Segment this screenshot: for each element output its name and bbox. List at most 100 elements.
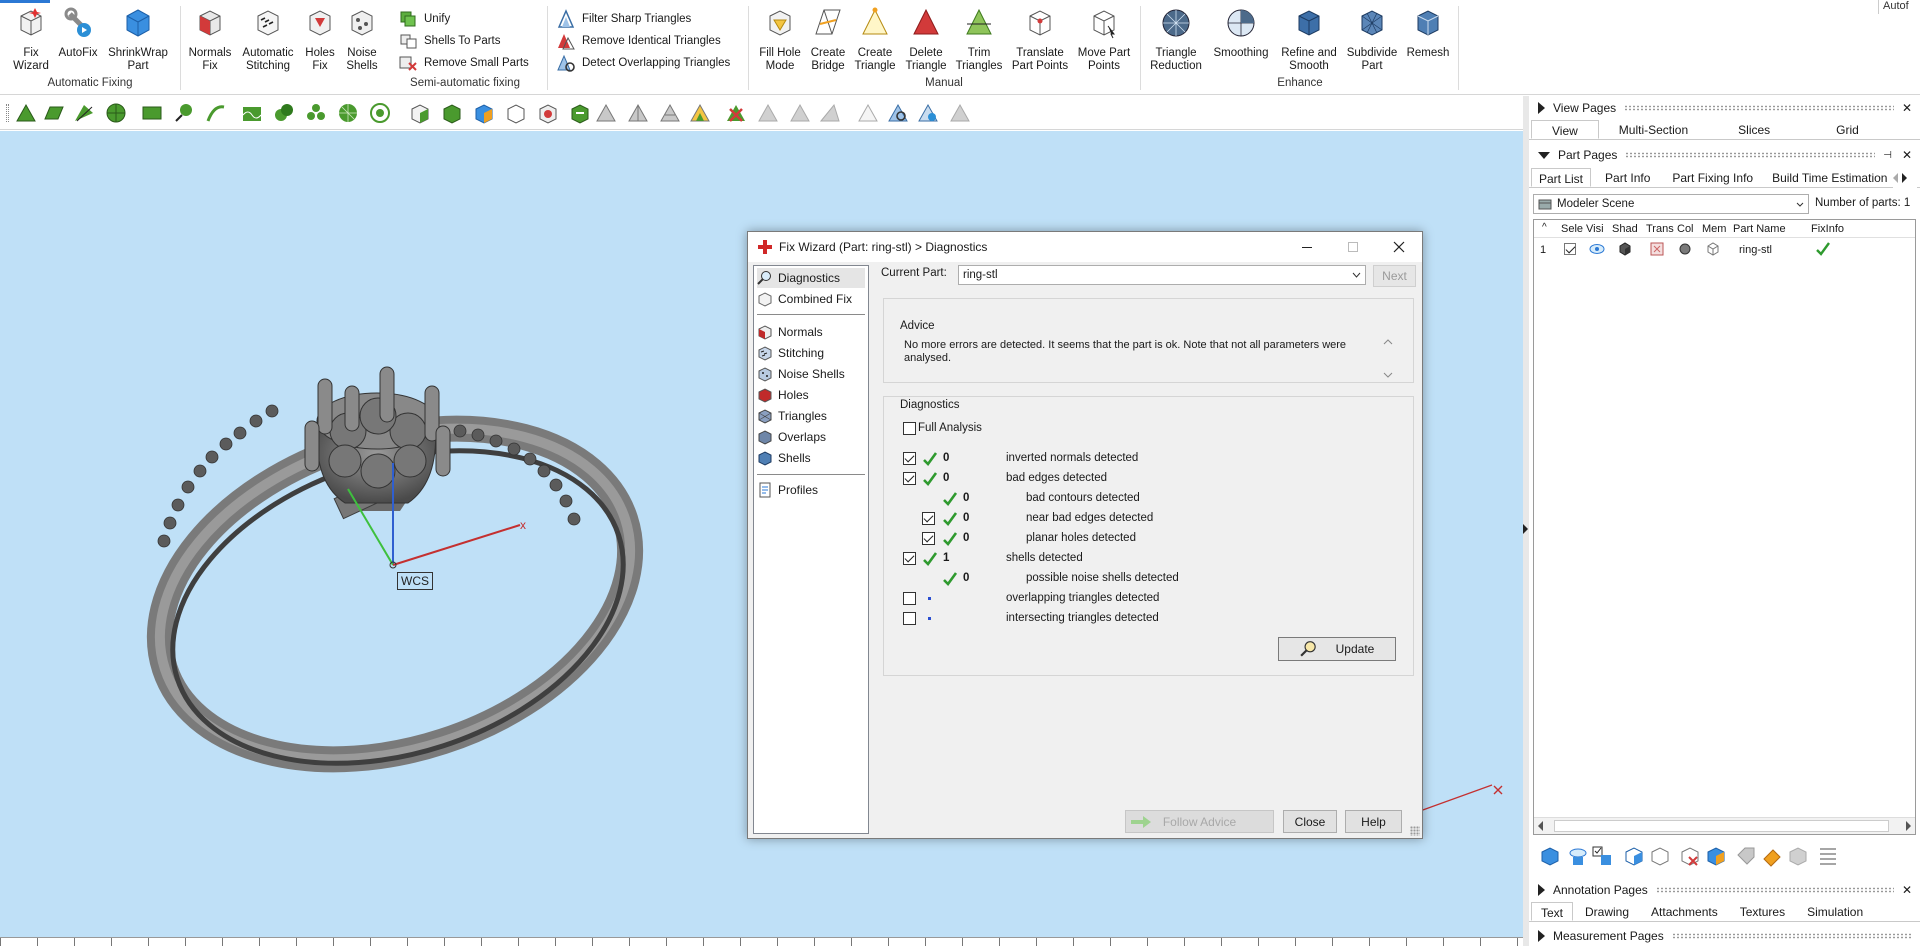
mark-sphere-icon[interactable] [336,101,360,125]
mark-colored-icon[interactable] [472,101,496,125]
mark-connected-icon[interactable] [272,101,296,125]
close-button[interactable]: Close [1283,810,1337,833]
nav-profiles[interactable]: Profiles [757,480,865,500]
subdivide-part-button[interactable]: Subdivide Part [1344,6,1400,73]
nav-overlaps[interactable]: Overlaps [757,427,865,447]
scroll-down-icon[interactable] [1383,371,1393,379]
follow-advice-button[interactable]: Follow Advice [1125,810,1274,833]
tab-part-info[interactable]: Part Info [1591,168,1664,187]
delete-triangle-button[interactable]: Delete Triangle [902,6,950,73]
col-col[interactable]: Col [1677,223,1694,235]
triangle-color-icon[interactable] [688,101,712,125]
tab-view[interactable]: View [1531,120,1599,139]
mark-part-icon[interactable] [408,101,432,125]
remesh-button[interactable]: Remesh [1404,6,1452,60]
shrinkwrap-button[interactable]: ShrinkWrap Part [104,6,172,73]
eye-icon[interactable] [1589,243,1605,255]
close-icon[interactable]: ✕ [1902,101,1912,115]
mark-wave-icon[interactable] [240,101,264,125]
triangle-search-icon[interactable] [886,101,910,125]
col-part-name[interactable]: Part Name [1733,223,1786,235]
table-row[interactable]: 1 ring-stl [1534,240,1915,260]
tab-text[interactable]: Text [1531,902,1574,921]
scene-select[interactable]: Modeler Scene [1533,194,1809,214]
nav-triangles[interactable]: Triangles [757,406,865,426]
mark-surface-icon[interactable] [72,101,96,125]
diagnostic-checkbox[interactable] [922,512,935,525]
color-swatch-icon[interactable] [1679,243,1691,255]
nav-normals[interactable]: Normals [757,322,865,342]
col-shad[interactable]: Shad [1612,223,1638,235]
unify-button[interactable]: Unify [398,9,450,29]
tab-grid[interactable]: Grid [1800,120,1895,139]
nav-noise-shells[interactable]: Noise Shells [757,364,865,384]
invert-marking-icon[interactable] [568,101,592,125]
remove-identical-triangles-button[interactable]: Remove Identical Triangles [556,31,721,51]
scroll-right-icon[interactable] [1902,173,1907,183]
mark-rectangle-icon[interactable] [140,101,164,125]
tab-multi-section[interactable]: Multi-Section [1599,120,1708,139]
add-parts-icon[interactable] [1539,845,1561,867]
nav-holes[interactable]: Holes [757,385,865,405]
nav-diagnostics[interactable]: Diagnostics [757,268,865,288]
sort-caret-icon[interactable]: ^ [1542,222,1547,233]
diagnostic-checkbox[interactable] [903,592,916,605]
delete-part-icon[interactable] [1679,845,1701,867]
col-fixinfo[interactable]: FixInfo [1811,223,1844,235]
triangle-delete-icon[interactable] [724,101,748,125]
fix-wizard-button[interactable]: Fix Wizard [8,6,54,73]
diagnostic-checkbox[interactable] [903,452,916,465]
mark-lasso-icon[interactable] [172,101,196,125]
tab-simulation[interactable]: Simulation [1797,902,1873,921]
close-window-button[interactable] [1376,232,1422,262]
unmark-icon[interactable] [504,101,528,125]
normals-fix-button[interactable]: Normals Fix [188,6,232,73]
scrollbar-thumb[interactable] [1554,820,1889,832]
list-options-icon[interactable] [1817,845,1839,867]
next-button[interactable]: Next [1373,265,1416,287]
mark-error-icon[interactable] [536,101,560,125]
scroll-up-icon[interactable] [1383,338,1393,346]
tab-part-list[interactable]: Part List [1531,168,1592,187]
nav-combined-fix[interactable]: Combined Fix [757,289,865,309]
tab-build-time[interactable]: Build Time Estimation [1761,168,1898,187]
tab-scroll-arrows[interactable] [1893,168,1917,188]
refine-smooth-button[interactable]: Refine and Smooth [1276,6,1342,73]
filter-sharp-triangles-button[interactable]: Filter Sharp Triangles [556,9,691,29]
part-pages-header[interactable]: Part Pages ⊣ ✕ [1529,145,1920,165]
triangle-collapse-icon[interactable] [658,101,682,125]
annotation-pages-header[interactable]: Annotation Pages ✕ [1529,880,1920,900]
translate-part-points-button[interactable]: Translate Part Points [1008,6,1072,73]
duplicate-icon[interactable] [1623,845,1645,867]
scroll-left-icon[interactable] [1893,173,1898,183]
smoothing-button[interactable]: Smoothing [1210,6,1272,60]
triangle-reduction-button[interactable]: Triangle Reduction [1148,6,1204,73]
nav-shells[interactable]: Shells [757,448,865,468]
mark-triangle-icon[interactable] [14,101,38,125]
triangle-disabled-icon[interactable] [948,101,972,125]
col-sele[interactable]: Sele [1561,223,1583,235]
minimize-button[interactable] [1284,232,1330,262]
mark-cylinder-icon[interactable] [368,101,392,125]
help-button[interactable]: Help [1345,810,1402,833]
tab-drawing[interactable]: Drawing [1573,902,1641,921]
diagnostic-checkbox[interactable] [903,552,916,565]
autofix-button[interactable]: AutoFix [56,6,100,60]
automatic-stitching-button[interactable]: Automatic Stitching [238,6,298,73]
col-trans[interactable]: Trans [1646,223,1674,235]
triangle-grey-2-icon[interactable] [788,101,812,125]
measurement-pages-header[interactable]: Measurement Pages [1529,926,1920,946]
noise-shells-button[interactable]: Noise Shells [344,6,380,73]
diagnostic-checkbox[interactable] [903,612,916,625]
transparency-icon[interactable] [1650,242,1664,256]
mark-shell-icon[interactable] [104,101,128,125]
col-mem[interactable]: Mem [1702,223,1726,235]
holes-fix-button[interactable]: Holes Fix [300,6,340,73]
copy-part-icon[interactable] [1649,845,1671,867]
dialog-titlebar[interactable]: Fix Wizard (Part: ring-stl) > Diagnostic… [748,232,1422,262]
resize-grip[interactable] [1410,826,1420,836]
fill-hole-mode-button[interactable]: Fill Hole Mode [756,6,804,73]
current-part-select[interactable]: ring-stl [958,265,1366,285]
visibility-icon[interactable] [1567,845,1589,867]
triangle-grey-1-icon[interactable] [756,101,780,125]
